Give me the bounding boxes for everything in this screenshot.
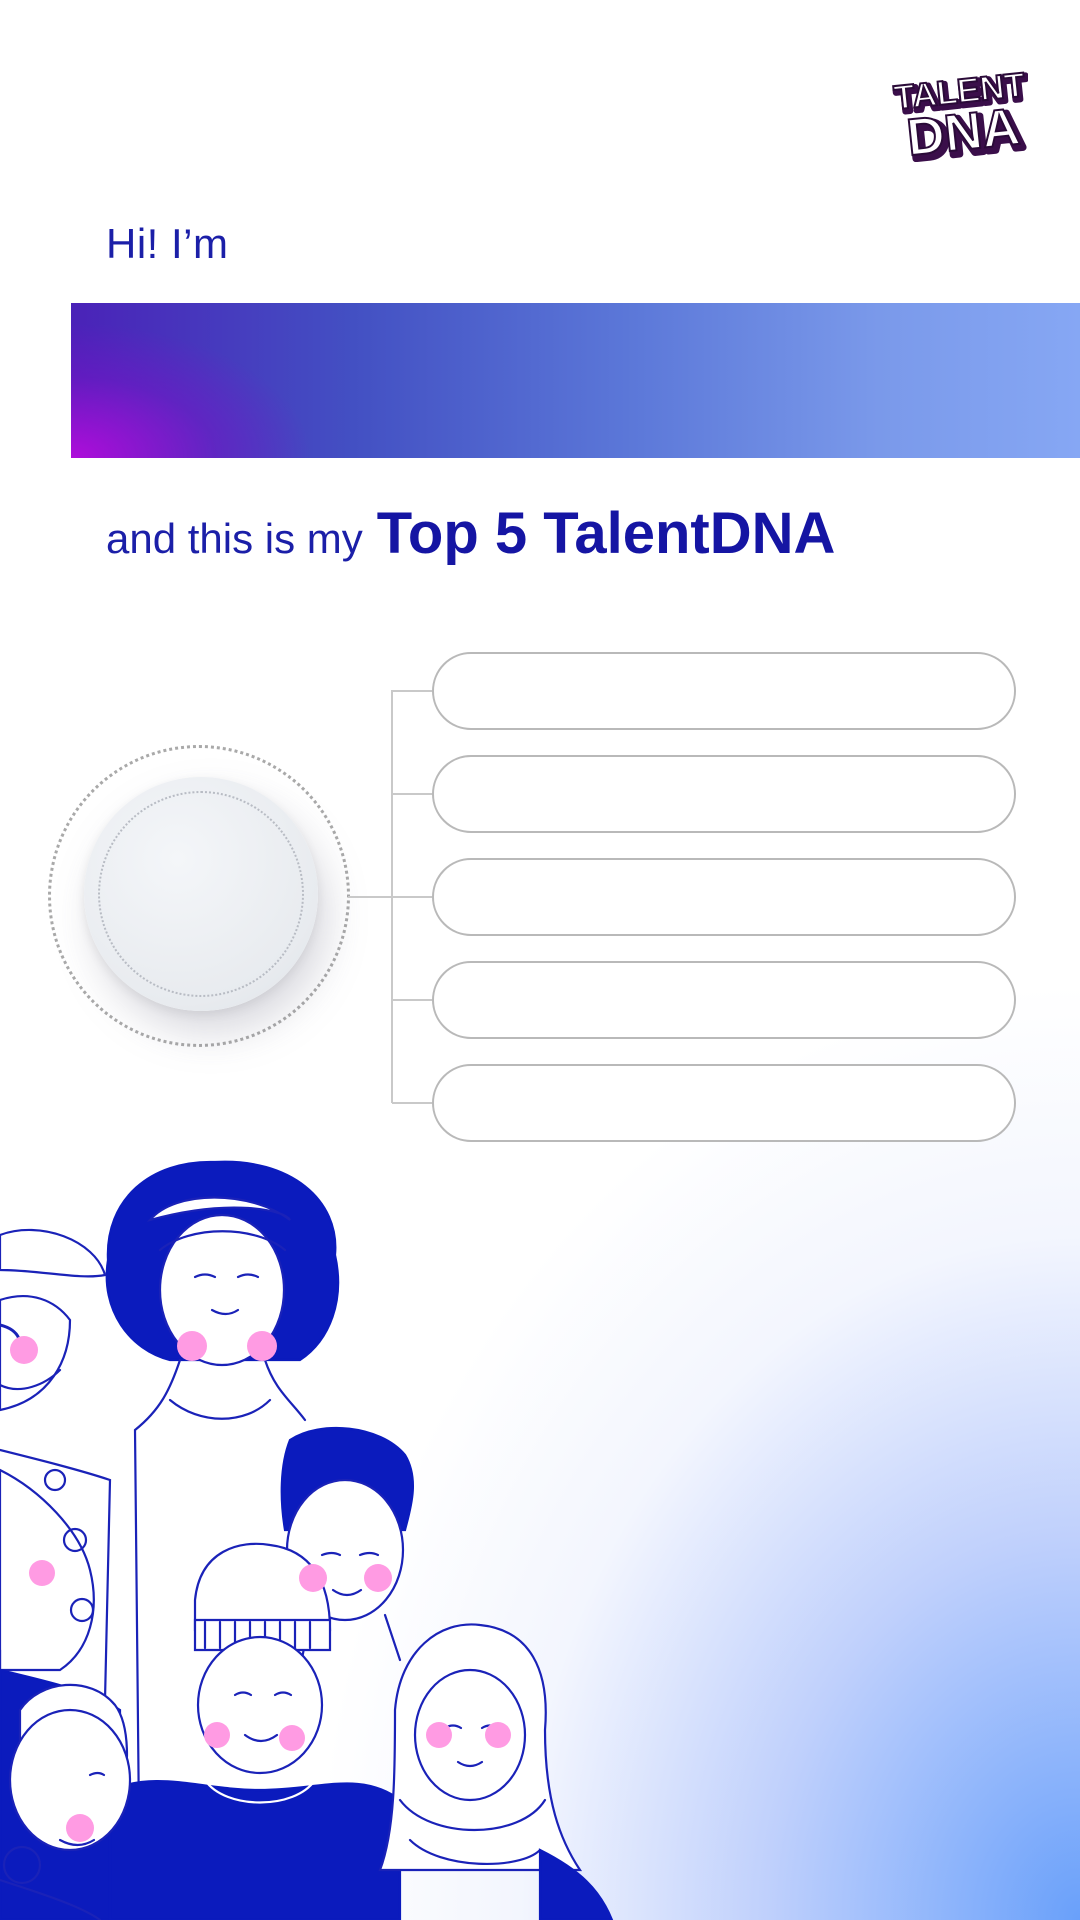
name-field[interactable] (71, 303, 1080, 458)
talent-slot-3[interactable] (432, 858, 1016, 936)
talent-slot-5[interactable] (432, 1064, 1016, 1142)
badge-dial-inner-ring (98, 791, 304, 997)
talent-card-page: TALENT TALENT DNA DNA Hi! I’m and this i… (0, 0, 1080, 1920)
logo-icon: TALENT TALENT DNA DNA (891, 66, 1028, 162)
greeting-text: Hi! I’m (106, 220, 229, 267)
subtitle-lead: and this is my (106, 515, 363, 562)
subtitle: and this is my Top 5 TalentDNA (106, 500, 835, 566)
talent-connector-lines (348, 690, 433, 1104)
people-group-illustration (0, 1150, 640, 1920)
people-illustration-icon (0, 1160, 614, 1920)
subtitle-emphasis: Top 5 TalentDNA (376, 501, 836, 566)
talent-slot-2[interactable] (432, 755, 1016, 833)
logo-text-dna: DNA (904, 98, 1022, 162)
talentdna-logo: TALENT TALENT DNA DNA (888, 66, 1028, 162)
talent-slot-1[interactable] (432, 652, 1016, 730)
talent-slot-4[interactable] (432, 961, 1016, 1039)
